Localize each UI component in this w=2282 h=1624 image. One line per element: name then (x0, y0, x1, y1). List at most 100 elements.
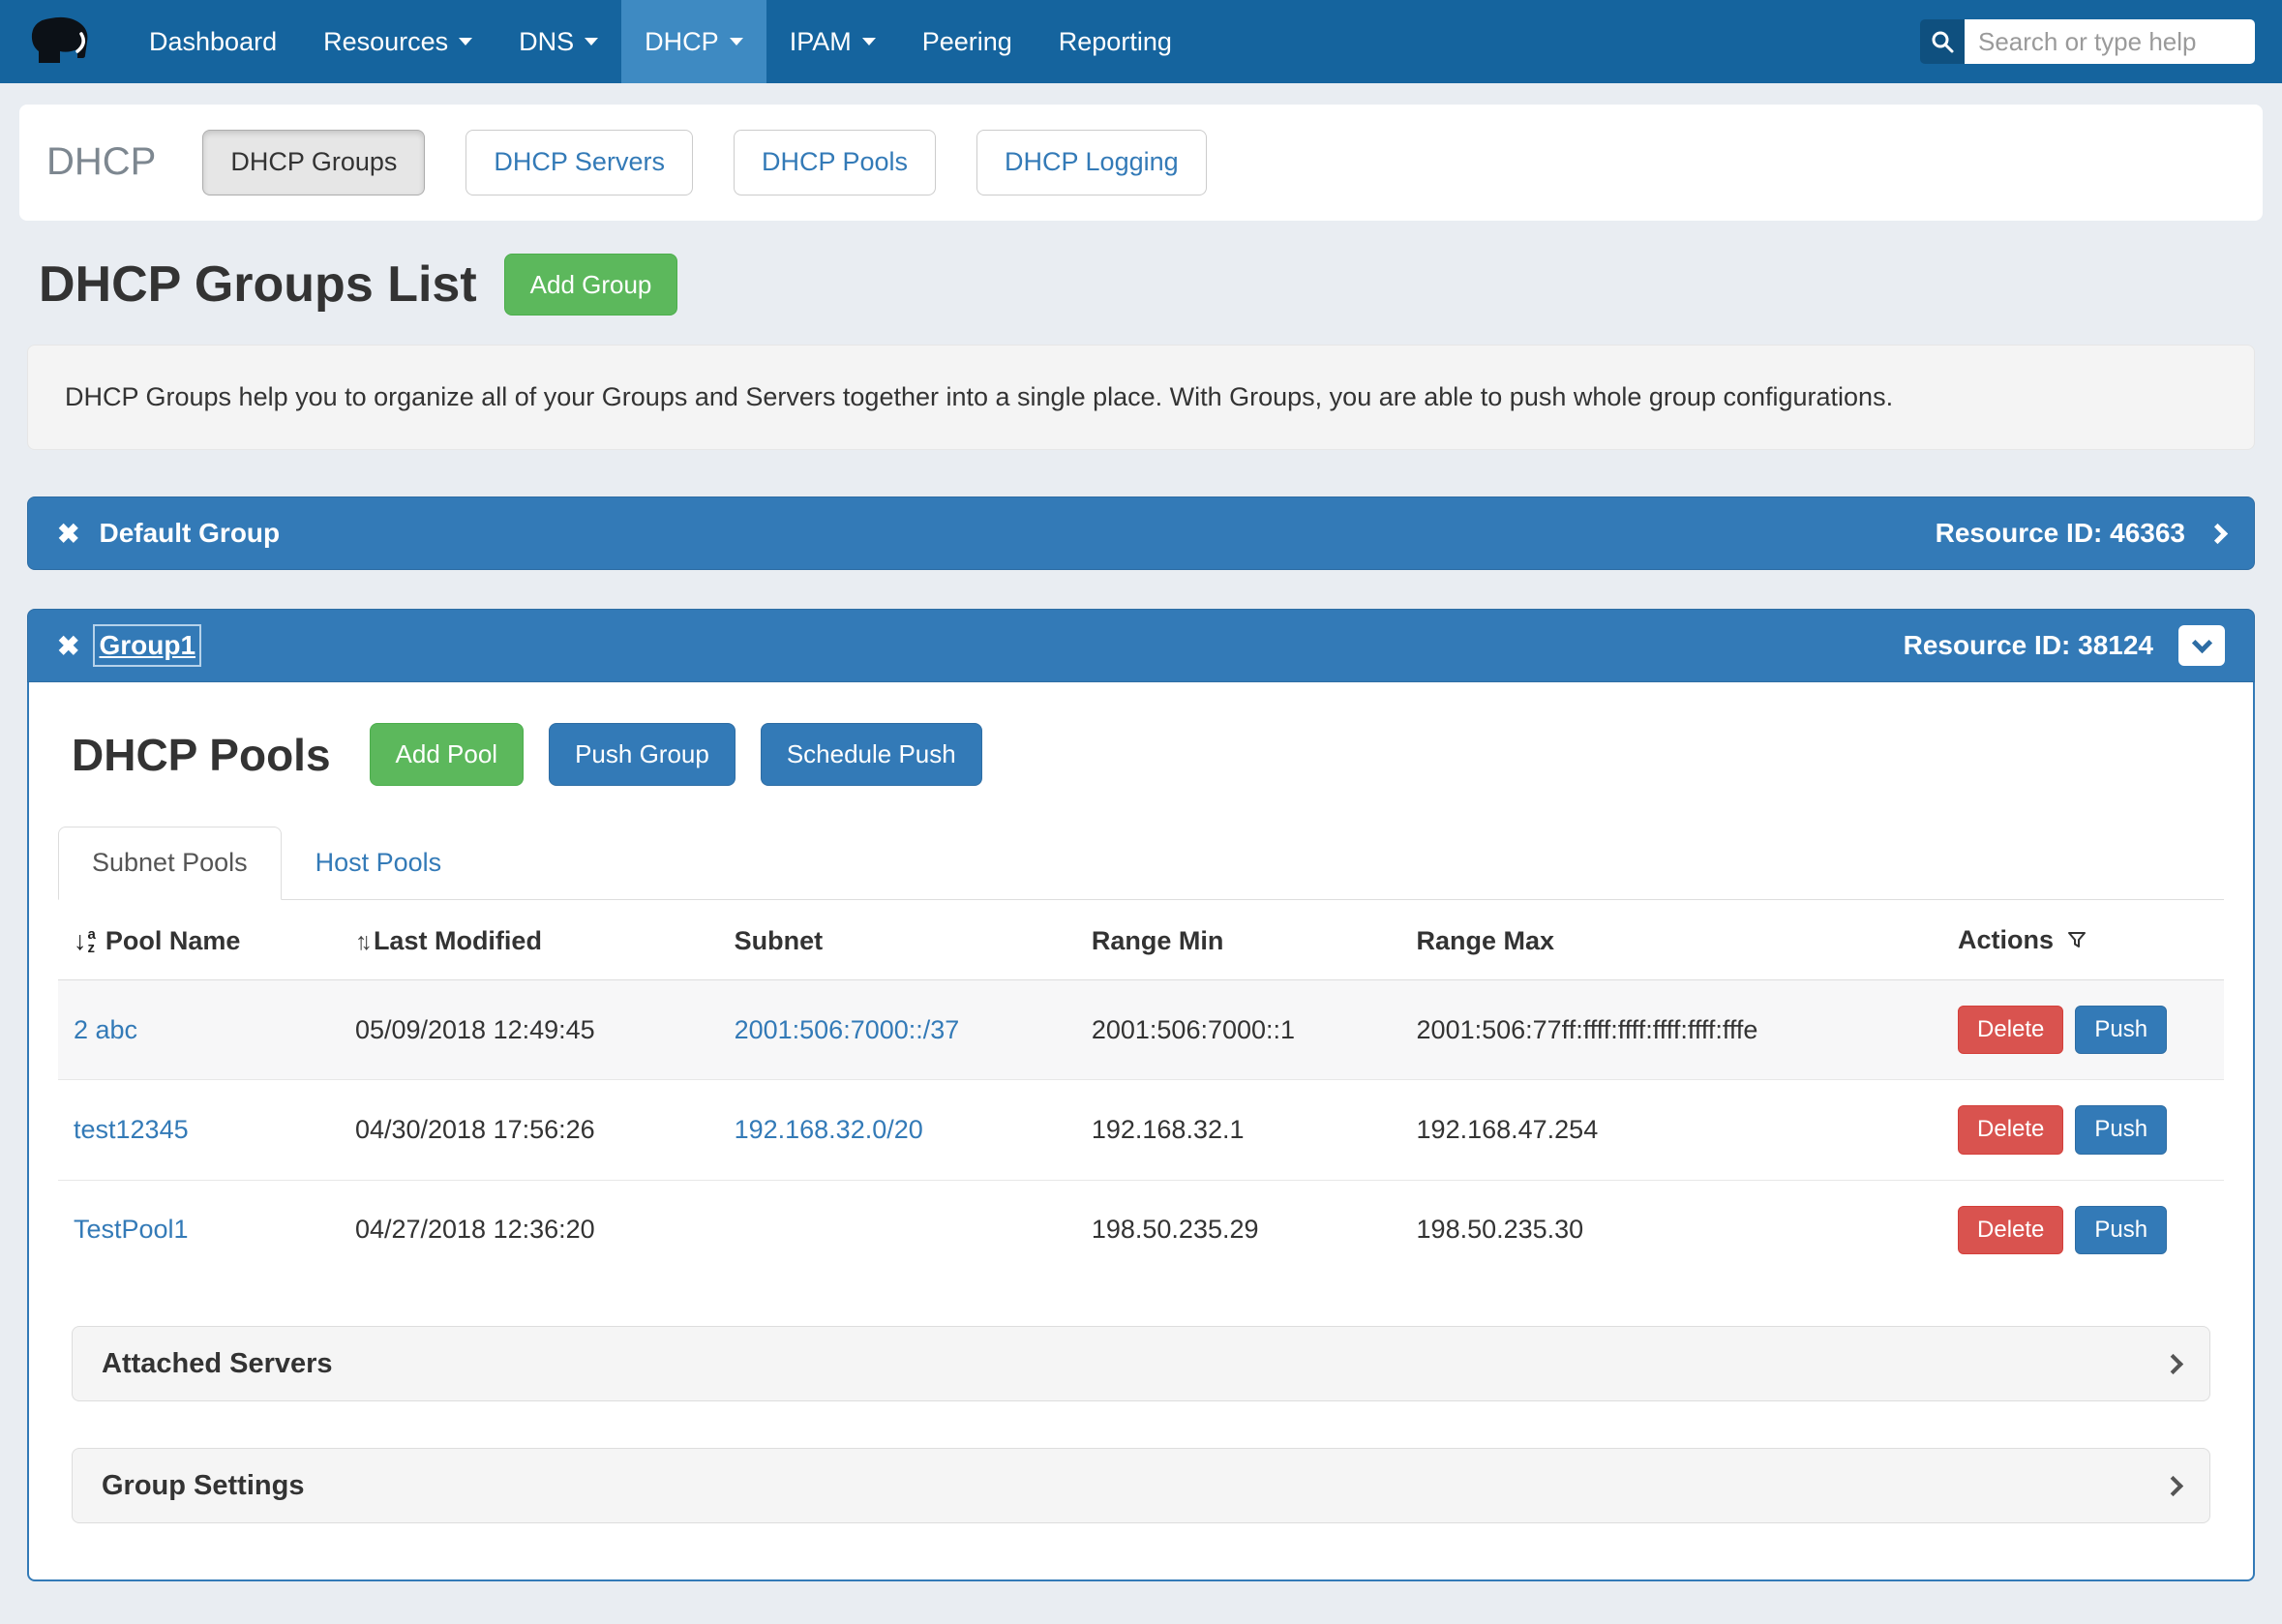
push-button[interactable]: Push (2075, 1105, 2167, 1154)
attached-servers-accordion[interactable]: Attached Servers (72, 1326, 2210, 1401)
header-last-modified[interactable]: ↑↓ Last Modified (340, 900, 719, 980)
header-range-min[interactable]: Range Min (1076, 900, 1401, 980)
brand-logo[interactable] (27, 13, 93, 72)
delete-button[interactable]: Delete (1958, 1105, 2063, 1154)
chevron-down-icon (730, 38, 743, 45)
accordion-label: Attached Servers (102, 1348, 333, 1380)
nav-item-dns[interactable]: DNS (495, 0, 621, 83)
sort-alpha-icon: ↓ az (74, 928, 96, 955)
subnet-link[interactable]: 192.168.32.0/20 (735, 1115, 923, 1144)
subnav-tab-dhcp-groups[interactable]: DHCP Groups (202, 130, 425, 195)
nav-item-peering[interactable]: Peering (899, 0, 1036, 83)
group-bar-default-group[interactable]: ✖ Default Group Resource ID: 46363 (27, 496, 2255, 570)
header-label: Subnet (735, 926, 824, 955)
pools-head: DHCP Pools Add Pool Push Group Schedule … (72, 723, 2224, 786)
dhcp-subnav: DHCP DHCP Groups DHCP Servers DHCP Pools… (19, 105, 2263, 221)
page-head: DHCP Groups List Add Group (39, 254, 2255, 316)
nav-item-dashboard[interactable]: Dashboard (126, 0, 300, 83)
add-group-button[interactable]: Add Group (504, 254, 678, 316)
range-max-cell: 2001:506:77ff:ffff:ffff:ffff:ffff:fffe (1401, 979, 1943, 1079)
accordion-label: Group Settings (102, 1470, 304, 1502)
table-header-row: ↓ az Pool Name ↑↓ Last Modified Subnet Ra… (58, 900, 2224, 980)
nav-item-label: Dashboard (149, 27, 277, 57)
page-title: DHCP Groups List (39, 256, 477, 314)
table-row: TestPool1 04/27/2018 12:36:20 198.50.235… (58, 1180, 2224, 1279)
nav-item-label: DNS (519, 27, 574, 57)
nav-item-label: DHCP (645, 27, 719, 57)
chevron-right-icon (2163, 1353, 2183, 1373)
header-subnet[interactable]: Subnet (719, 900, 1076, 980)
header-range-max[interactable]: Range Max (1401, 900, 1943, 980)
header-label: Range Max (1417, 926, 1555, 955)
subnav-tab-dhcp-servers[interactable]: DHCP Servers (465, 130, 693, 195)
header-label: Range Min (1092, 926, 1224, 955)
last-modified-cell: 04/30/2018 17:56:26 (340, 1080, 719, 1180)
group1-panel: DHCP Pools Add Pool Push Group Schedule … (27, 682, 2255, 1581)
push-button[interactable]: Push (2075, 1206, 2167, 1254)
nav-item-label: Peering (922, 27, 1012, 57)
push-group-button[interactable]: Push Group (549, 723, 736, 786)
top-navbar: Dashboard Resources DNS DHCP IPAM Peerin… (0, 0, 2282, 83)
nav-item-reporting[interactable]: Reporting (1036, 0, 1195, 83)
global-search (1920, 19, 2255, 64)
pools-title: DHCP Pools (72, 729, 331, 781)
nav-item-label: Resources (323, 27, 448, 57)
range-min-cell: 198.50.235.29 (1076, 1180, 1401, 1279)
search-icon[interactable] (1920, 19, 1965, 64)
resource-id-label: Resource ID: 38124 (1904, 630, 2153, 661)
section-label: DHCP (46, 140, 156, 184)
nav-item-dhcp[interactable]: DHCP (621, 0, 766, 83)
group-settings-accordion[interactable]: Group Settings (72, 1448, 2210, 1523)
range-max-cell: 198.50.235.30 (1401, 1180, 1943, 1279)
chevron-down-icon (459, 38, 472, 45)
chevron-down-icon (585, 38, 598, 45)
pool-tabs: Subnet Pools Host Pools (58, 827, 2224, 900)
header-label: Last Modified (374, 926, 542, 955)
nav-item-label: Reporting (1059, 27, 1172, 57)
schedule-push-button[interactable]: Schedule Push (761, 723, 982, 786)
table-row: 2 abc 05/09/2018 12:49:45 2001:506:7000:… (58, 979, 2224, 1079)
header-actions[interactable]: Actions (1942, 900, 2224, 980)
resource-id-label: Resource ID: 46363 (1936, 518, 2185, 549)
chevron-down-icon (862, 38, 876, 45)
chevron-right-icon (2163, 1475, 2183, 1495)
range-max-cell: 192.168.47.254 (1401, 1080, 1943, 1180)
mammoth-logo-icon (27, 13, 93, 72)
close-icon[interactable]: ✖ (57, 518, 79, 550)
group-name-link[interactable]: Group1 (99, 630, 195, 661)
subnet-pools-table: ↓ az Pool Name ↑↓ Last Modified Subnet Ra… (58, 900, 2224, 1279)
delete-button[interactable]: Delete (1958, 1006, 2063, 1054)
collapse-toggle-button[interactable] (2178, 625, 2225, 666)
last-modified-cell: 04/27/2018 12:36:20 (340, 1180, 719, 1279)
delete-button[interactable]: Delete (1958, 1206, 2063, 1254)
header-pool-name[interactable]: ↓ az Pool Name (58, 900, 340, 980)
nav-item-label: IPAM (790, 27, 852, 57)
tab-host-pools[interactable]: Host Pools (282, 827, 476, 899)
subnet-link[interactable]: 2001:506:7000::/37 (735, 1015, 960, 1044)
chevron-right-icon[interactable] (2207, 524, 2228, 544)
sort-updown-icon: ↑↓ (355, 928, 366, 955)
chevron-down-icon (2191, 633, 2211, 653)
range-min-cell: 2001:506:7000::1 (1076, 979, 1401, 1079)
close-icon[interactable]: ✖ (57, 630, 79, 662)
push-button[interactable]: Push (2075, 1006, 2167, 1054)
tab-subnet-pools[interactable]: Subnet Pools (58, 827, 282, 900)
range-min-cell: 192.168.32.1 (1076, 1080, 1401, 1180)
group-name: Default Group (99, 518, 280, 549)
filter-icon[interactable] (2065, 928, 2088, 957)
nav-item-resources[interactable]: Resources (300, 0, 495, 83)
search-input[interactable] (1965, 19, 2255, 64)
header-label: Actions (1958, 925, 2054, 954)
intro-text: DHCP Groups help you to organize all of … (27, 345, 2255, 450)
pool-name-link[interactable]: TestPool1 (74, 1215, 189, 1244)
last-modified-cell: 05/09/2018 12:49:45 (340, 979, 719, 1079)
add-pool-button[interactable]: Add Pool (370, 723, 525, 786)
header-label: Pool Name (105, 926, 241, 955)
subnav-tab-dhcp-pools[interactable]: DHCP Pools (734, 130, 936, 195)
subnav-tab-dhcp-logging[interactable]: DHCP Logging (976, 130, 1207, 195)
nav-item-ipam[interactable]: IPAM (766, 0, 899, 83)
pool-name-link[interactable]: test12345 (74, 1115, 189, 1144)
table-row: test12345 04/30/2018 17:56:26 192.168.32… (58, 1080, 2224, 1180)
group-bar-group1[interactable]: ✖ Group1 Resource ID: 38124 (27, 609, 2255, 682)
pool-name-link[interactable]: 2 abc (74, 1015, 137, 1044)
